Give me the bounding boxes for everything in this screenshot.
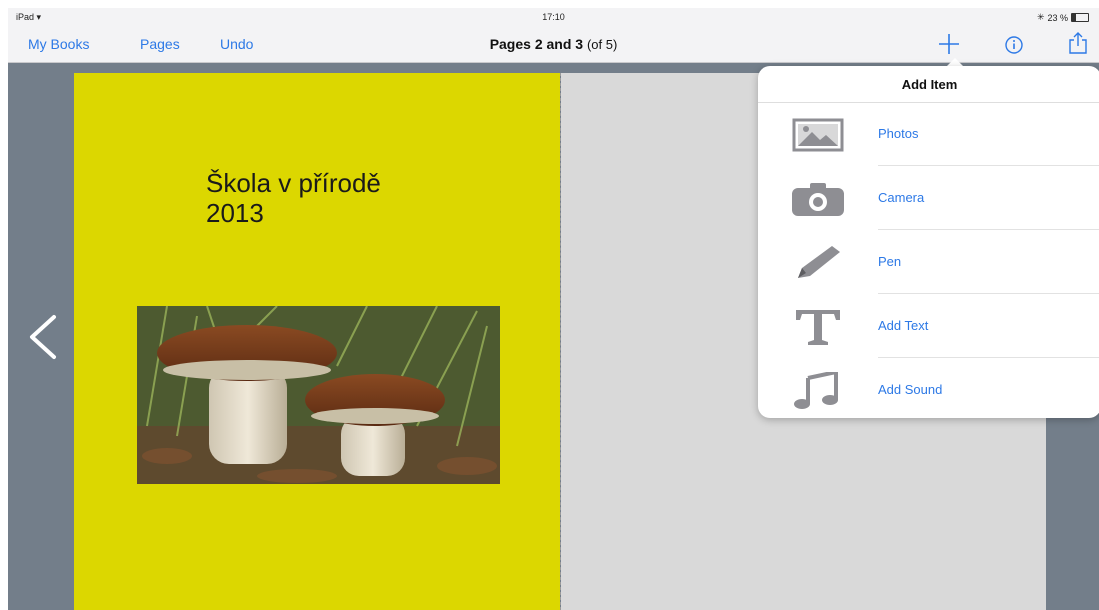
menu-item-label: Add Text [878,318,929,333]
add-item-popover: Add Item Photos Camera Pen Add Text Add … [758,66,1099,418]
page-indicator-title: Pages 2 and 3 [489,36,584,52]
photo-icon [792,118,844,152]
share-button[interactable] [1068,31,1088,60]
menu-item-pen[interactable]: Pen [758,230,1099,294]
chevron-left-icon [30,315,56,359]
music-note-icon [794,372,838,409]
camera-icon [792,183,844,216]
mushroom-illustration [137,306,500,484]
status-right: ✳ 23 % [1037,12,1089,23]
page-title-line1: Škola v přírodě [206,168,381,198]
navigation-bar: My Books Pages Undo Pages 2 and 3 (of 5) [8,26,1099,63]
info-icon [1005,36,1023,54]
menu-item-label: Pen [878,254,902,269]
text-icon [796,310,840,345]
menu-item-photos[interactable]: Photos [758,102,1099,166]
page-spine [560,73,561,610]
menu-item-label: Add Sound [878,382,943,397]
popover-title: Add Item [758,66,1099,103]
menu-item-add-sound[interactable]: Add Sound [758,358,1099,422]
info-button[interactable] [1004,35,1024,60]
menu-item-add-text[interactable]: Add Text [758,294,1099,358]
status-time: 17:10 [542,12,565,22]
menu-item-label: Photos [878,126,919,141]
share-icon [1069,32,1087,54]
page-indicator-count: (of 5) [586,37,618,52]
page-title-text[interactable]: Škola v přírodě 2013 [206,168,506,228]
page-indicator: Pages 2 and 3 (of 5) [8,36,1099,52]
ipad-screen: iPad ▾ 17:10 ✳ 23 % My Books Pages Undo … [8,8,1099,610]
battery-icon [1071,13,1089,22]
plus-icon [939,34,959,54]
status-bar: iPad ▾ 17:10 ✳ 23 % [8,8,1099,26]
menu-item-camera[interactable]: Camera [758,166,1099,230]
add-item-button[interactable] [938,33,960,60]
battery-percent: 23 % [1047,12,1068,23]
menu-item-label: Camera [878,190,925,205]
mushroom-photo[interactable] [137,306,500,484]
page-title-line2: 2013 [206,198,264,228]
previous-page-button[interactable] [24,314,60,365]
pen-icon [798,246,840,278]
bluetooth-icon: ✳ [1036,12,1045,22]
